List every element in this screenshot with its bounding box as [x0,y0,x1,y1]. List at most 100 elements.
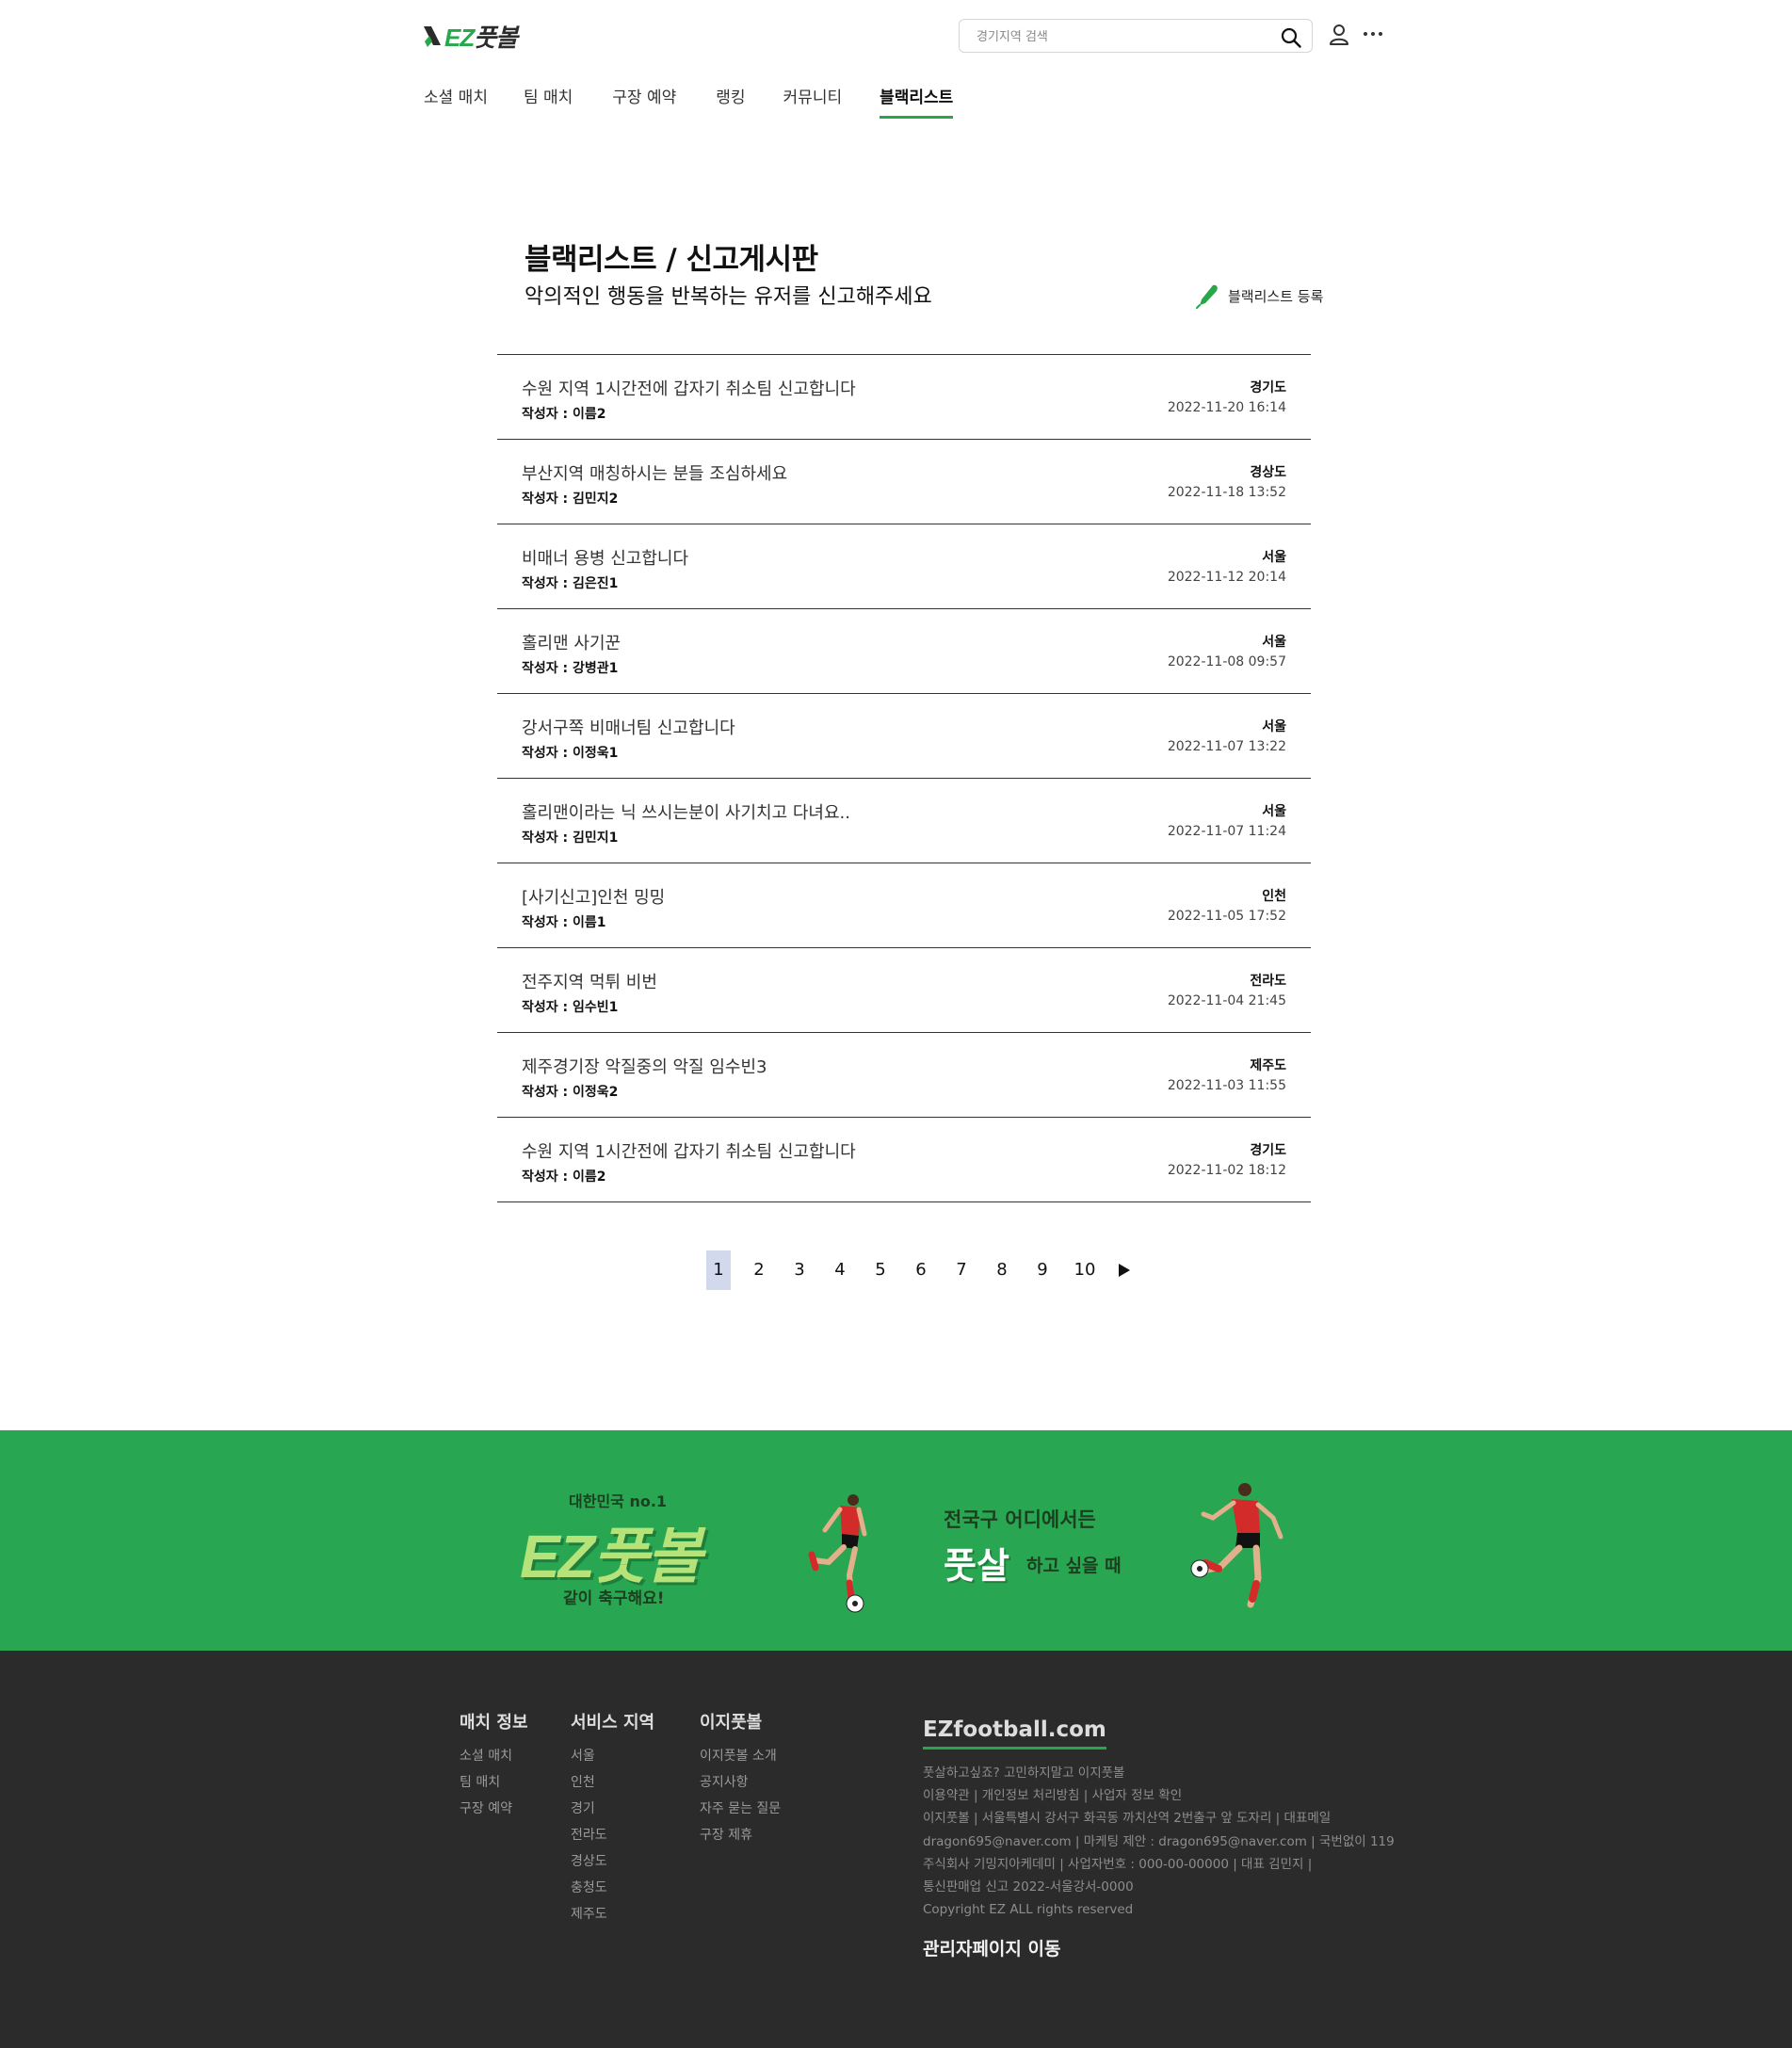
page-link-10[interactable]: 10 [1071,1250,1099,1290]
post-title[interactable]: 전주지역 먹튀 비번 [522,969,657,993]
footer-link[interactable]: 제주도 [571,1901,654,1927]
post-region: 경기도 [1250,380,1286,395]
post-region: 서울 [1262,635,1286,650]
footer-link[interactable]: 경기 [571,1796,654,1822]
list-item[interactable]: 비매너 용병 신고합니다 작성자 : 김은진1 서울 2022-11-12 20… [497,524,1311,609]
footer-info-line[interactable]: 이용약관 | 개인정보 처리방침 | 사업자 정보 확인 [923,1784,1394,1807]
post-date: 2022-11-07 13:22 [1167,739,1286,754]
more-icon[interactable] [1362,23,1384,45]
footer-link[interactable]: 서울 [571,1743,654,1769]
post-title[interactable]: 수원 지역 1시간전에 갑자기 취소팀 신고합니다 [522,376,856,400]
page-link-9[interactable]: 9 [1030,1250,1055,1290]
user-icon[interactable] [1328,23,1350,47]
footer-info-line: 통신판매업 신고 2022-서울강서-0000 [923,1879,1134,1895]
post-author: 작성자 : 이정욱2 [522,1085,619,1100]
footer-link[interactable]: 충청도 [571,1875,654,1901]
list-item[interactable]: [사기신고]인천 밍밍 작성자 : 이름1 인천 2022-11-05 17:5… [497,863,1311,948]
footer-link[interactable]: 자주 묻는 질문 [700,1796,781,1822]
footer-link[interactable]: 전라도 [571,1822,654,1848]
list-item[interactable]: 제주경기장 악질중의 악질 임수빈3 작성자 : 이정욱2 제주도 2022-1… [497,1033,1311,1118]
footer-heading: 이지풋볼 [700,1713,763,1733]
page-title: 블랙리스트 / 신고게시판 [525,243,818,277]
post-author: 작성자 : 강병관1 [522,661,619,676]
post-date: 2022-11-18 13:52 [1167,485,1286,500]
search-input[interactable] [977,27,1259,46]
footer-link[interactable]: 공지사항 [700,1769,781,1796]
list-item[interactable]: 부산지역 매칭하시는 분들 조심하세요 작성자 : 김민지2 경상도 2022-… [497,440,1311,524]
footer-link[interactable]: 팀 매치 [460,1769,528,1796]
logo-mark-icon [424,26,441,47]
logo[interactable]: EZ풋볼 [422,21,518,52]
post-region: 인천 [1262,889,1286,904]
post-region: 전라도 [1250,974,1286,989]
post-region: 서울 [1262,550,1286,565]
footer-heading: 매치 정보 [460,1713,528,1733]
post-date: 2022-11-08 09:57 [1167,654,1286,669]
post-author: 작성자 : 이정욱1 [522,746,619,761]
footer-info-line: 풋살하고싶죠? 고민하지말고 이지풋볼 [923,1766,1125,1781]
nav-item-blacklist[interactable]: 블랙리스트 [880,87,954,119]
list-item[interactable]: 홀리맨이라는 닉 쓰시는분이 사기치고 다녀요.. 작성자 : 김민지1 서울 … [497,779,1311,863]
list-item[interactable]: 홀리맨 사기꾼 작성자 : 강병관1 서울 2022-11-08 09:57 [497,609,1311,694]
page-link-5[interactable]: 5 [868,1250,893,1290]
post-date: 2022-11-20 16:14 [1167,400,1286,415]
page-link-6[interactable]: 6 [909,1250,933,1290]
logo-text: EZ풋볼 [444,23,518,52]
footer-info-line: dragon695@naver.com | 마케팅 제안 : dragon695… [923,1833,1395,1849]
post-region: 제주도 [1250,1058,1286,1073]
promo-banner [0,1430,1792,1651]
next-page-icon[interactable] [1112,1250,1137,1290]
search-box[interactable] [959,19,1313,53]
blacklist-register-button[interactable]: 블랙리스트 등록 [1194,282,1323,309]
post-title[interactable]: 강서구쪽 비매너팀 신고합니다 [522,715,735,739]
post-title[interactable]: 부산지역 매칭하시는 분들 조심하세요 [522,460,787,485]
footer-link[interactable]: 경상도 [571,1848,654,1875]
page-link-8[interactable]: 8 [990,1250,1014,1290]
list-item[interactable]: 강서구쪽 비매너팀 신고합니다 작성자 : 이정욱1 서울 2022-11-07… [497,694,1311,779]
post-author: 작성자 : 이름2 [522,407,606,422]
footer-column-ezfootball: 이지풋볼 이지풋볼 소개 공지사항 자주 묻는 질문 구장 제휴 [700,1709,781,1848]
footer-link[interactable]: 소셜 매치 [460,1743,528,1769]
post-date: 2022-11-05 17:52 [1167,909,1286,924]
pen-icon [1196,284,1218,309]
post-title[interactable]: 수원 지역 1시간전에 갑자기 취소팀 신고합니다 [522,1138,856,1163]
soccer-player-illustration [1190,1483,1283,1608]
admin-page-link[interactable]: 관리자페이지 이동 [923,1935,1060,1960]
nav-item-field-booking[interactable]: 구장 예약 [612,87,676,119]
post-title[interactable]: 제주경기장 악질중의 악질 임수빈3 [522,1054,767,1078]
list-item[interactable]: 수원 지역 1시간전에 갑자기 취소팀 신고합니다 작성자 : 이름2 경기도 … [497,355,1311,440]
footer-link[interactable]: 구장 예약 [460,1796,528,1822]
footer-info-line: 이지풋볼 | 서울특별시 강서구 화곡동 까치산역 2번출구 앞 도자리 | 대… [923,1811,1332,1827]
nav-item-community[interactable]: 커뮤니티 [783,87,843,119]
nav-item-ranking[interactable]: 랭킹 [716,87,745,119]
footer-info-line: 주식회사 기밍지아케데미 | 사업자번호 : 000-00-00000 | 대표… [923,1856,1313,1872]
post-date: 2022-11-12 20:14 [1167,570,1286,585]
page-link-2[interactable]: 2 [747,1250,771,1290]
post-date: 2022-11-03 11:55 [1167,1078,1286,1093]
footer-link[interactable]: 인천 [571,1769,654,1796]
post-title[interactable]: 홀리맨이라는 닉 쓰시는분이 사기치고 다녀요.. [522,799,850,824]
nav-item-team-match[interactable]: 팀 매치 [524,87,573,119]
page-link-3[interactable]: 3 [787,1250,812,1290]
post-list: 수원 지역 1시간전에 갑자기 취소팀 신고합니다 작성자 : 이름2 경기도 … [497,354,1311,1202]
post-author: 작성자 : 이름1 [522,915,606,930]
footer-site-name: EZfootball.com [923,1717,1106,1750]
post-region: 서울 [1262,719,1286,734]
list-item[interactable]: 수원 지역 1시간전에 갑자기 취소팀 신고합니다 작성자 : 이름2 경기도 … [497,1118,1311,1202]
footer-link[interactable]: 이지풋볼 소개 [700,1743,781,1769]
page-link-1[interactable]: 1 [706,1250,731,1290]
post-title[interactable]: 홀리맨 사기꾼 [522,630,621,654]
post-title[interactable]: [사기신고]인천 밍밍 [522,884,665,909]
page-link-7[interactable]: 7 [949,1250,974,1290]
post-author: 작성자 : 이름2 [522,1169,606,1185]
footer-column-match-info: 매치 정보 소셜 매치 팀 매치 구장 예약 [460,1709,528,1822]
footer-link[interactable]: 구장 제휴 [700,1822,781,1848]
list-item[interactable]: 전주지역 먹튀 비번 작성자 : 임수빈1 전라도 2022-11-04 21:… [497,948,1311,1033]
nav-item-social-match[interactable]: 소셜 매치 [424,87,488,119]
post-date: 2022-11-02 18:12 [1167,1163,1286,1178]
footer-info-line: Copyright EZ ALL rights reserved [923,1902,1134,1918]
search-icon[interactable] [1280,26,1302,49]
page-link-4[interactable]: 4 [828,1250,852,1290]
post-title[interactable]: 비매너 용병 신고합니다 [522,545,688,570]
post-author: 작성자 : 김은진1 [522,576,619,591]
